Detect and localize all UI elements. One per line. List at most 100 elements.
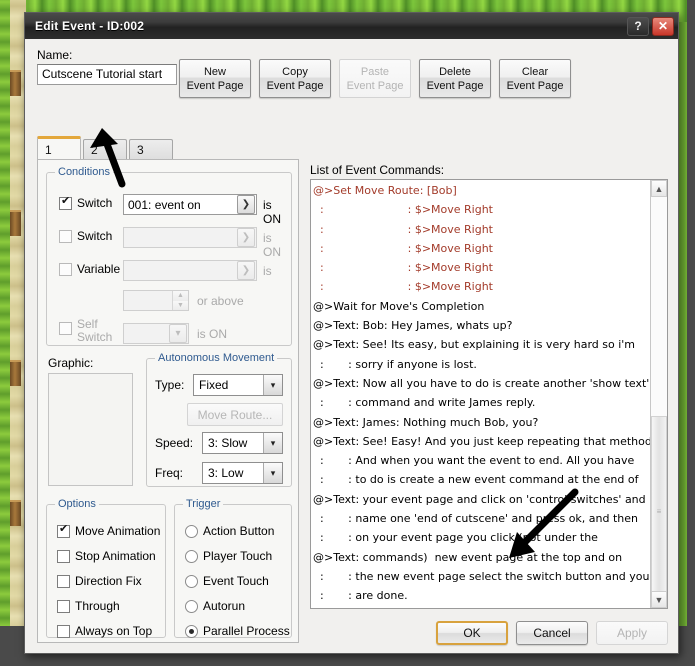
options-group: Options Move Animation Stop Animation Di… <box>46 498 166 638</box>
condition-switch2-combo: ❯ <box>123 227 257 248</box>
command-line[interactable]: : : on your event page you click (not un… <box>313 528 650 547</box>
command-line[interactable]: : : $>Move Right <box>313 258 650 277</box>
help-button[interactable]: ? <box>627 16 649 36</box>
apply-button: Apply <box>596 621 668 645</box>
cancel-button[interactable]: Cancel <box>516 621 588 645</box>
movement-speed-select[interactable]: 3: Slow ▾ <box>202 432 283 454</box>
name-input[interactable]: Cutscene Tutorial start <box>37 64 177 85</box>
option-direction-fix[interactable]: Direction Fix <box>57 574 142 588</box>
condition-variable-value-stepper: ▲ ▼ <box>123 290 189 311</box>
command-line[interactable]: : : $>Move Right <box>313 277 650 296</box>
command-list[interactable]: @>Set Move Route: [Bob] : : $>Move Right… <box>311 180 650 608</box>
condition-variable-row[interactable]: Variable <box>59 262 120 276</box>
command-line[interactable]: @>Text: James: Nothing much Bob, you? <box>313 413 650 432</box>
command-line[interactable]: : : to do is create a new event command … <box>313 470 650 489</box>
condition-switch1-combo[interactable]: 001: event on ❯ <box>123 194 257 215</box>
radio-icon[interactable] <box>185 599 198 613</box>
checkbox-icon[interactable] <box>59 322 72 335</box>
checkbox-icon[interactable] <box>59 195 72 210</box>
checkbox-icon[interactable] <box>57 549 70 563</box>
command-line[interactable]: : : $>Move Right <box>313 220 650 239</box>
condition-selfswitch-row[interactable]: Self Switch <box>59 318 112 344</box>
option-move-animation[interactable]: Move Animation <box>57 523 160 538</box>
event-page-toolbar: New Event Page Copy Event Page Paste Eve… <box>179 59 571 98</box>
graphic-label: Graphic: <box>48 356 94 370</box>
options-legend: Options <box>58 498 96 510</box>
command-line[interactable]: : : $>Move Right <box>313 200 650 219</box>
option-through[interactable]: Through <box>57 599 120 613</box>
command-line[interactable]: @>Text: See! Easy! And you just keep rep… <box>313 432 650 451</box>
movement-type-select[interactable]: Fixed ▾ <box>193 374 283 396</box>
trigger-event-touch[interactable]: Event Touch <box>185 574 269 588</box>
conditions-group: Conditions Switch 001: event on ❯ is ON … <box>46 166 292 346</box>
dialog-client-area: Name: Cutscene Tutorial start New Event … <box>25 39 678 653</box>
ok-button[interactable]: OK <box>436 621 508 645</box>
condition-switch2-row[interactable]: Switch <box>59 229 112 243</box>
chevron-right-icon[interactable]: ❯ <box>237 195 255 214</box>
window-title: Edit Event - ID:002 <box>35 19 145 33</box>
command-list-scrollbar[interactable]: ▲ ≡ ▼ <box>650 180 667 608</box>
dialog-footer: OK Cancel Apply <box>436 621 668 645</box>
trigger-autorun[interactable]: Autorun <box>185 599 245 613</box>
command-line[interactable]: @>Text: Now all you have to do is create… <box>313 374 650 393</box>
checkbox-icon[interactable] <box>57 599 70 613</box>
delete-event-page-button[interactable]: Delete Event Page <box>419 59 491 98</box>
radio-icon[interactable] <box>185 574 198 588</box>
new-event-page-button[interactable]: New Event Page <box>179 59 251 98</box>
button-line2: Event Page <box>506 79 564 92</box>
paste-event-page-button: Paste Event Page <box>339 59 411 98</box>
command-line[interactable]: @>Wait for Move's Completion <box>313 297 650 316</box>
graphic-preview[interactable] <box>48 373 133 486</box>
trigger-label: Action Button <box>203 524 275 538</box>
command-line[interactable]: : : sorry if anyone is lost. <box>313 355 650 374</box>
checkbox-icon[interactable] <box>57 574 70 588</box>
option-always-on-top[interactable]: Always on Top <box>57 624 152 638</box>
scroll-up-icon[interactable]: ▲ <box>651 180 667 197</box>
command-line[interactable]: @>Text: your event page and click on 'co… <box>313 490 650 509</box>
fence-post-icon <box>10 210 21 236</box>
stepper-arrows: ▲ ▼ <box>172 291 188 310</box>
command-line[interactable]: : : name one 'end of cutscene' and press… <box>313 509 650 528</box>
trigger-action-button[interactable]: Action Button <box>185 524 274 538</box>
command-line[interactable]: @>Text: Bob: Hey James, whats up? <box>313 316 650 335</box>
close-icon[interactable]: ✕ <box>652 16 674 36</box>
command-line[interactable]: : : And when you want the event to end. … <box>313 451 650 470</box>
command-line[interactable]: @>Set Move Route: [Bob] <box>313 181 650 200</box>
command-line[interactable]: : : command and write James reply. <box>313 393 650 412</box>
command-line[interactable]: @>Text: See! Its easy, but explaining it… <box>313 335 650 354</box>
clear-event-page-button[interactable]: Clear Event Page <box>499 59 571 98</box>
chevron-down-icon[interactable]: ▾ <box>263 375 282 395</box>
command-line[interactable]: @>Text: And that is the end of my cutsce… <box>313 606 650 608</box>
autonomous-movement-legend: Autonomous Movement <box>158 352 275 364</box>
radio-icon[interactable] <box>185 624 198 638</box>
button-line1: Copy <box>282 65 308 78</box>
button-line2: Event Page <box>186 79 244 92</box>
option-stop-animation[interactable]: Stop Animation <box>57 549 156 563</box>
trigger-parallel-process[interactable]: Parallel Process <box>185 624 290 638</box>
chevron-down-icon[interactable]: ▾ <box>263 463 282 483</box>
chevron-down-icon[interactable]: ▾ <box>263 433 282 453</box>
command-line[interactable]: : : are done. <box>313 586 650 605</box>
scroll-down-icon[interactable]: ▼ <box>651 591 667 608</box>
checkbox-icon[interactable] <box>57 523 70 538</box>
radio-icon[interactable] <box>185 524 198 538</box>
trigger-player-touch[interactable]: Player Touch <box>185 549 272 563</box>
command-line[interactable]: @>Text: commands) new event page at the … <box>313 548 650 567</box>
checkbox-icon[interactable] <box>57 624 70 638</box>
command-line[interactable]: : : $>Move Right <box>313 239 650 258</box>
radio-icon[interactable] <box>185 549 198 563</box>
movement-freq-value: 3: Low <box>208 466 244 480</box>
title-bar[interactable]: Edit Event - ID:002 ? ✕ <box>25 13 678 39</box>
condition-selfswitch-label-line2: Switch <box>77 330 113 344</box>
checkbox-icon[interactable] <box>59 262 72 276</box>
edit-event-dialog: Edit Event - ID:002 ? ✕ Name: Cutscene T… <box>24 12 679 654</box>
copy-event-page-button[interactable]: Copy Event Page <box>259 59 331 98</box>
condition-variable-suffix: is <box>263 264 272 278</box>
condition-switch1-value: 001: event on <box>128 197 201 212</box>
command-line[interactable]: : : the new event page select the switch… <box>313 567 650 586</box>
scrollbar-thumb[interactable]: ≡ <box>651 416 667 606</box>
condition-switch1-row[interactable]: Switch <box>59 195 112 210</box>
movement-freq-select[interactable]: 3: Low ▾ <box>202 462 283 484</box>
chevron-down-icon: ▾ <box>169 324 187 343</box>
checkbox-icon[interactable] <box>59 229 72 243</box>
